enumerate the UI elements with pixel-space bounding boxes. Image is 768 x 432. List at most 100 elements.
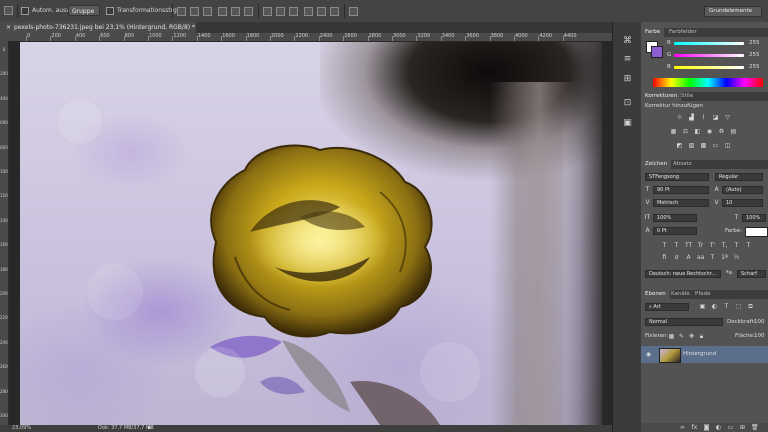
- font-family-select[interactable]: STFangsong: [645, 173, 709, 181]
- distribute-vcenter-icon[interactable]: [276, 7, 285, 16]
- ligatures-icon[interactable]: fi: [661, 254, 668, 261]
- color-lookup-icon[interactable]: ▤: [730, 128, 737, 135]
- oldstyle-icon[interactable]: σ: [673, 254, 680, 261]
- tab-paths[interactable]: Pfade: [691, 290, 715, 299]
- color-spectrum[interactable]: [653, 78, 763, 87]
- lock-position-icon[interactable]: ✥: [688, 333, 695, 340]
- layer-name[interactable]: Hintergrund: [683, 351, 716, 358]
- fractions-icon[interactable]: ½: [733, 254, 740, 261]
- all-caps-icon[interactable]: TT: [685, 242, 692, 249]
- black-white-icon[interactable]: ◧: [694, 128, 701, 135]
- layer-filter-select[interactable]: ⌕ Art: [645, 303, 689, 311]
- channel-mixer-icon[interactable]: ♻: [718, 128, 725, 135]
- lock-transparent-icon[interactable]: ▦: [668, 333, 675, 340]
- eye-visibility-icon[interactable]: ◉: [645, 351, 652, 358]
- faux-bold-icon[interactable]: T: [661, 242, 668, 249]
- new-group-icon[interactable]: ▭: [727, 424, 734, 431]
- distribute-top-icon[interactable]: [263, 7, 272, 16]
- lock-image-icon[interactable]: ✎: [678, 333, 685, 340]
- strikethrough-icon[interactable]: T: [745, 242, 752, 249]
- new-layer-icon[interactable]: ⊞: [739, 424, 746, 431]
- background-color-swatch[interactable]: [651, 46, 663, 58]
- titling-icon[interactable]: T: [709, 254, 716, 261]
- blend-mode-select[interactable]: Normal: [645, 318, 723, 326]
- filter-smart-icon[interactable]: ⧉: [747, 303, 754, 310]
- properties-icon[interactable]: ≡: [622, 54, 633, 65]
- tracking-field[interactable]: 10: [722, 199, 763, 207]
- auto-select-dropdown[interactable]: Gruppe: [68, 5, 100, 16]
- threshold-icon[interactable]: ▩: [700, 142, 707, 149]
- tab-paragraph[interactable]: Absatz: [669, 160, 696, 169]
- vibrance-icon[interactable]: ▽: [724, 114, 731, 121]
- align-vcenter-icon[interactable]: [190, 7, 199, 16]
- photo-filter-icon[interactable]: ◉: [706, 128, 713, 135]
- opacity-value[interactable]: 100: [754, 319, 765, 326]
- align-hcenter-icon[interactable]: [231, 7, 240, 16]
- curves-icon[interactable]: ⌇: [700, 114, 707, 121]
- filter-pixel-icon[interactable]: ▣: [699, 303, 706, 310]
- selective-color-icon[interactable]: ◫: [724, 142, 731, 149]
- text-color-swatch[interactable]: [745, 227, 768, 237]
- tab-swatches[interactable]: Farbfelder: [665, 28, 701, 37]
- lock-all-icon[interactable]: 🔒︎: [698, 333, 705, 340]
- layer-row-background[interactable]: ◉ Hintergrund: [641, 346, 768, 363]
- small-caps-icon[interactable]: Tr: [697, 242, 704, 249]
- tab-channels[interactable]: Kanäle: [667, 290, 694, 299]
- move-tool-preset-icon[interactable]: [4, 6, 13, 15]
- fill-value[interactable]: 100: [754, 333, 765, 340]
- workspace-switcher[interactable]: Grundelemente: [704, 6, 762, 17]
- channel-b-value[interactable]: 255: [749, 64, 760, 71]
- color-balance-icon[interactable]: ⚖: [682, 128, 689, 135]
- tab-layers[interactable]: Ebenen: [641, 290, 670, 299]
- link-layers-icon[interactable]: ∞: [679, 424, 686, 431]
- invert-icon[interactable]: ◩: [676, 142, 683, 149]
- auto-align-layers-icon[interactable]: [349, 7, 358, 16]
- document-image[interactable]: [20, 42, 602, 425]
- align-right-icon[interactable]: [244, 7, 253, 16]
- zoom-level[interactable]: 23,09%: [12, 425, 31, 432]
- distribute-right-icon[interactable]: [330, 7, 339, 16]
- filter-type-icon[interactable]: T: [723, 303, 730, 310]
- actions-icon[interactable]: ▣: [622, 118, 633, 129]
- horizontal-scale-field[interactable]: 100%: [742, 214, 766, 222]
- filter-adjustment-icon[interactable]: ◐: [711, 303, 718, 310]
- layer-mask-icon[interactable]: ◙: [703, 424, 710, 431]
- new-adjustment-icon[interactable]: ◐: [715, 424, 722, 431]
- underline-icon[interactable]: T: [733, 242, 740, 249]
- vertical-scale-field[interactable]: 100%: [653, 214, 697, 222]
- vertical-ruler[interactable]: 0 200 400 600 800 1000 1200 1400 1600 1800 2000 220…: [0, 41, 9, 425]
- hue-saturation-icon[interactable]: ▦: [670, 128, 677, 135]
- align-left-icon[interactable]: [218, 7, 227, 16]
- r-slider[interactable]: [674, 42, 744, 45]
- faux-italic-icon[interactable]: T: [673, 242, 680, 249]
- ruler-origin[interactable]: [0, 33, 8, 41]
- posterize-icon[interactable]: ▨: [688, 142, 695, 149]
- antialias-select[interactable]: Scharf: [737, 270, 766, 278]
- leading-field[interactable]: (Auto): [722, 186, 763, 194]
- brightness-icon[interactable]: ☼: [676, 114, 683, 121]
- distribute-bottom-icon[interactable]: [289, 7, 298, 16]
- superscript-icon[interactable]: T': [709, 242, 716, 249]
- status-menu-arrow-icon[interactable]: ▶: [148, 425, 152, 432]
- distribute-left-icon[interactable]: [304, 7, 313, 16]
- delete-layer-icon[interactable]: 🗑︎: [751, 424, 759, 431]
- g-slider[interactable]: [674, 54, 744, 57]
- brush-panel-icon[interactable]: ⊞: [622, 74, 633, 85]
- subscript-icon[interactable]: T,: [721, 242, 728, 249]
- filter-shape-icon[interactable]: ⬚: [735, 303, 742, 310]
- auto-select-checkbox[interactable]: Autom. ausw.:: [21, 6, 74, 16]
- language-select[interactable]: Deutsch: neue Rechtschr...: [645, 270, 721, 278]
- kerning-field[interactable]: Metrisch: [653, 199, 709, 207]
- distribute-hcenter-icon[interactable]: [317, 7, 326, 16]
- baseline-shift-field[interactable]: 0 Pt: [653, 227, 697, 235]
- stylistic-icon[interactable]: aa: [697, 254, 704, 261]
- document-tab[interactable]: × pexels-photo-736231.jpeg bei 23,1% (Hin…: [0, 22, 196, 33]
- tab-styles[interactable]: Stile: [677, 92, 697, 101]
- gradient-map-icon[interactable]: ▭: [712, 142, 719, 149]
- tab-adjustments[interactable]: Korrekturen: [641, 92, 682, 101]
- font-size-field[interactable]: 90 Pt: [653, 186, 709, 194]
- swash-icon[interactable]: A: [685, 254, 692, 261]
- font-style-select[interactable]: Regular: [715, 173, 763, 181]
- info-icon[interactable]: ⊡: [622, 98, 633, 109]
- history-icon[interactable]: ⌘: [622, 36, 633, 47]
